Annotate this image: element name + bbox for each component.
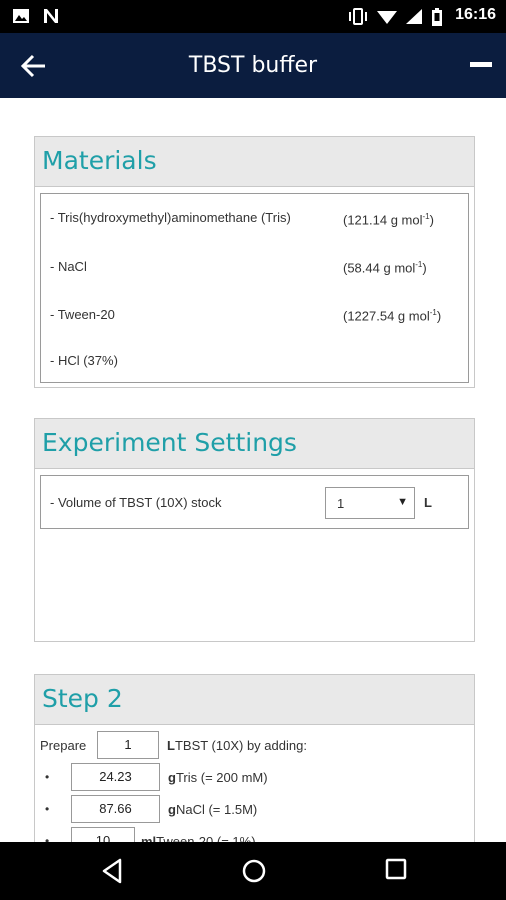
materials-title: Materials: [42, 146, 157, 175]
prepare-label: Prepare: [40, 738, 87, 753]
volume-select[interactable]: 1 ▼: [325, 487, 415, 519]
materials-list: - Tris(hydroxymethyl)aminomethane (Tris)…: [40, 193, 469, 383]
step2-card: Step 2 Prepare 1 LTBST (10X) by adding: …: [34, 674, 475, 842]
scroll-content[interactable]: Materials - Tris(hydroxymethyl)aminometh…: [0, 98, 506, 842]
wifi-icon: [377, 11, 397, 24]
material-name: - Tris(hydroxymethyl)aminomethane (Tris): [50, 210, 291, 225]
bullet-dot: •: [45, 770, 50, 784]
battery-icon: [432, 8, 442, 26]
nacl-label: gNaCl (= 1.5M): [168, 802, 258, 817]
volume-setting-row: - Volume of TBST (10X) stock 1 ▼ L: [40, 475, 469, 529]
tween-amount-input[interactable]: 10: [71, 827, 135, 842]
volume-select-value: 1: [337, 496, 345, 511]
clock: 16:16: [455, 6, 496, 23]
bullet-dot: •: [45, 834, 50, 842]
prepare-unit: L: [167, 738, 175, 753]
status-bar: 16:16: [0, 0, 506, 33]
back-triangle-icon[interactable]: [101, 858, 123, 884]
chevron-down-icon: ▼: [397, 496, 408, 508]
tris-amount-input[interactable]: 24.23: [71, 763, 160, 791]
signal-icon: [406, 9, 422, 24]
image-icon: [13, 9, 29, 23]
experiment-settings-header: Experiment Settings: [35, 419, 474, 469]
material-molar-mass: (58.44 g mol-1): [343, 260, 427, 276]
volume-unit: L: [424, 495, 432, 510]
material-name: - HCl (37%): [50, 353, 118, 368]
recents-square-icon[interactable]: [385, 858, 407, 880]
system-nav-bar: [0, 842, 506, 900]
materials-header: Materials: [35, 137, 474, 187]
step2-header: Step 2: [35, 675, 474, 725]
prepare-instruction: LTBST (10X) by adding:: [167, 738, 307, 753]
material-name: - Tween-20: [50, 307, 115, 322]
materials-card: Materials - Tris(hydroxymethyl)aminometh…: [34, 136, 475, 388]
prepare-volume-input[interactable]: 1: [97, 731, 159, 759]
material-molar-mass: (1227.54 g mol-1): [343, 308, 442, 324]
nacl-amount-input[interactable]: 87.66: [71, 795, 160, 823]
experiment-settings-card: Experiment Settings - Volume of TBST (10…: [34, 418, 475, 642]
step2-title: Step 2: [42, 684, 123, 713]
overflow-menu-icon[interactable]: [470, 59, 492, 71]
app-bar: TBST buffer: [0, 33, 506, 98]
experiment-settings-title: Experiment Settings: [42, 428, 297, 457]
home-circle-icon[interactable]: [241, 858, 267, 884]
vibrate-icon: [349, 8, 367, 25]
tris-label: gTris (= 200 mM): [168, 770, 268, 785]
bullet-dot: •: [45, 802, 50, 816]
tween-label: mlTween-20 (= 1%): [141, 834, 256, 842]
volume-label: - Volume of TBST (10X) stock: [50, 495, 222, 510]
n-notification-icon: [44, 9, 58, 23]
page-title: TBST buffer: [188, 53, 318, 78]
material-name: - NaCl: [50, 259, 87, 274]
material-molar-mass: (121.14 g mol-1): [343, 212, 434, 228]
